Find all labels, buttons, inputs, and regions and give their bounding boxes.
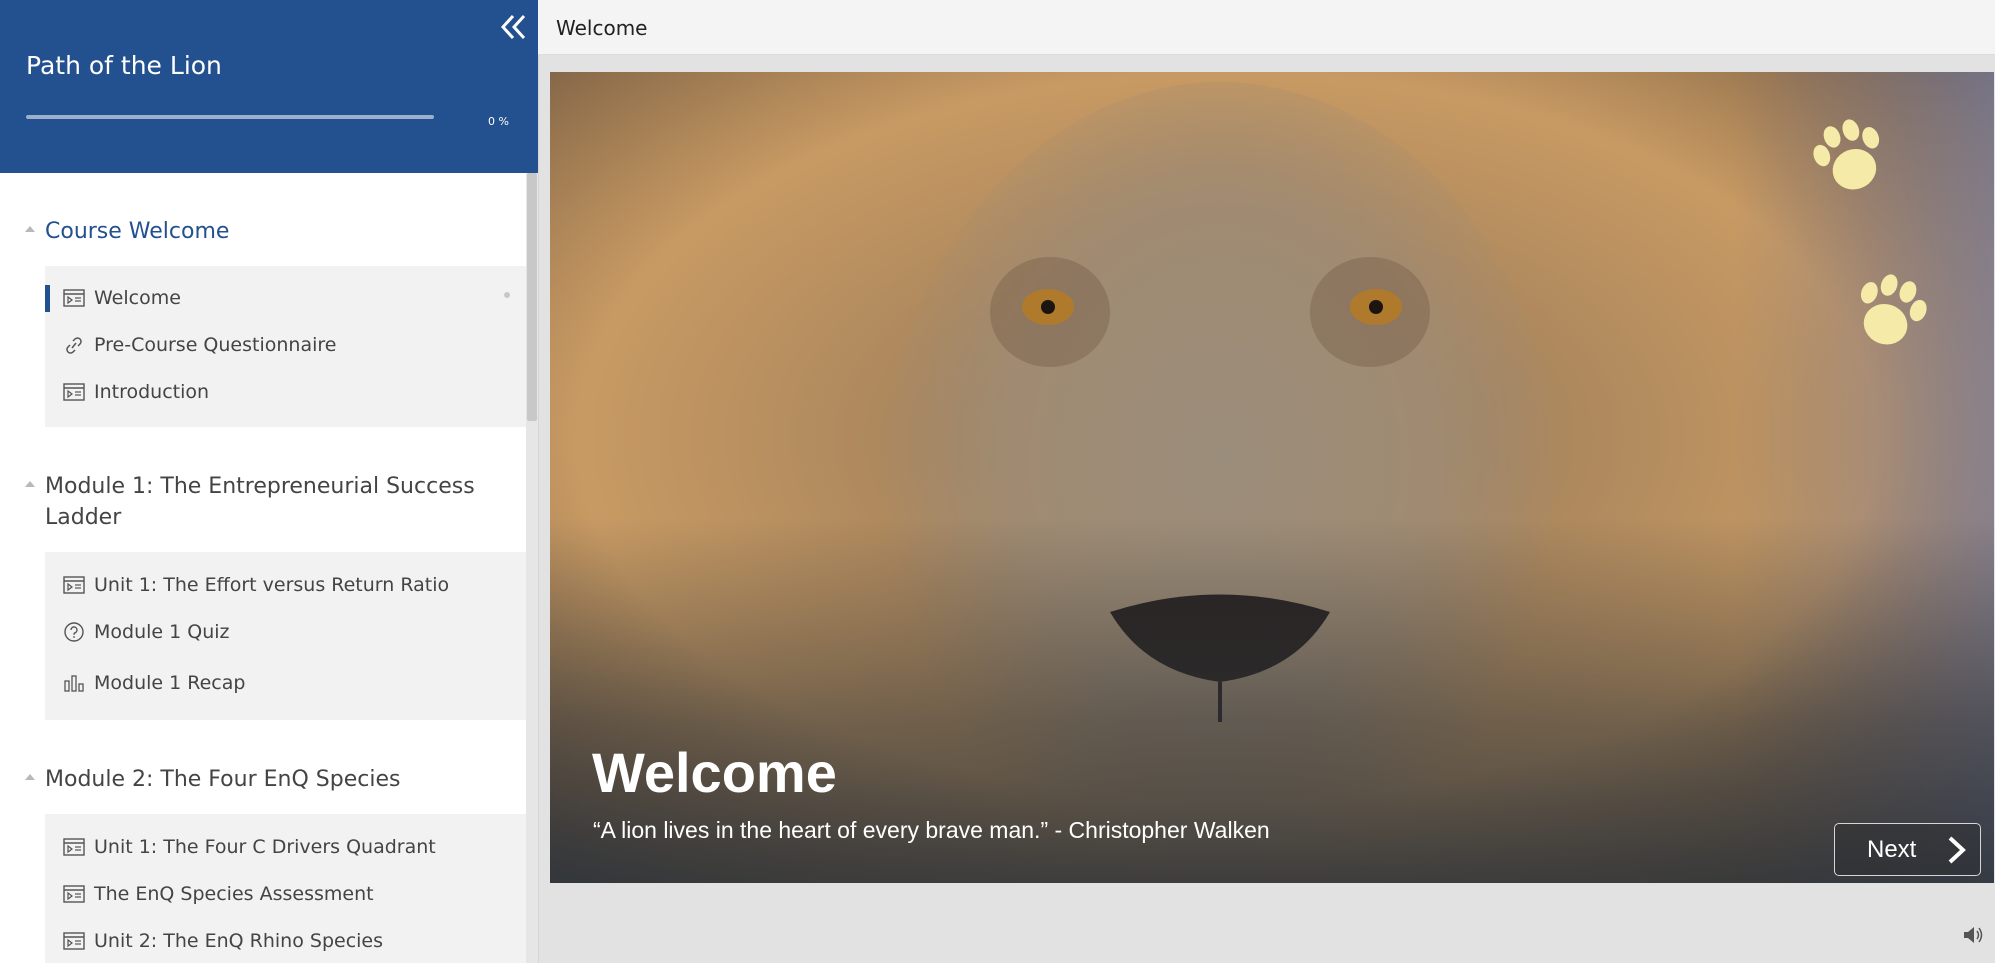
lesson-label: Unit 2: The EnQ Rhino Species	[94, 930, 384, 952]
course-progress-bar	[26, 115, 434, 119]
audio-speaker-icon[interactable]	[1962, 925, 1984, 945]
lesson-label: The EnQ Species Assessment	[94, 883, 374, 905]
slides-icon	[63, 576, 85, 594]
slides-icon	[63, 885, 85, 903]
section-title: Module 1: The Entrepreneurial Success La…	[45, 474, 475, 530]
lesson-four-c-drivers[interactable]: Unit 1: The Four C Drivers Quadrant	[45, 827, 526, 867]
paw-print-icon	[1813, 119, 1880, 190]
slides-icon	[63, 289, 85, 307]
lesson-group: Welcome Pre-Course Questionnaire Introdu…	[45, 266, 526, 427]
active-indicator	[45, 285, 50, 312]
collapse-sidebar-button[interactable]	[496, 10, 530, 44]
lesson-pre-course-questionnaire[interactable]: Pre-Course Questionnaire	[45, 325, 526, 365]
sidebar-divider	[538, 0, 539, 963]
slides-icon	[63, 383, 85, 401]
next-label: Next	[1867, 836, 1917, 863]
collapse-triangle-icon	[25, 226, 35, 232]
lesson-welcome[interactable]: Welcome	[45, 278, 526, 318]
lesson-introduction[interactable]: Introduction	[45, 372, 526, 412]
next-button[interactable]: Next	[1834, 823, 1981, 876]
collapse-triangle-icon	[25, 481, 35, 487]
sidebar-scrollbar[interactable]	[526, 173, 538, 963]
slides-icon	[63, 838, 85, 856]
lesson-module-1-recap[interactable]: Module 1 Recap	[45, 663, 526, 703]
course-title: Path of the Lion	[26, 51, 222, 80]
course-progress-label: 0 %	[488, 115, 509, 128]
lesson-label: Introduction	[94, 381, 210, 403]
slide-heading: Welcome	[592, 741, 837, 804]
section-course-welcome[interactable]: Course Welcome	[0, 215, 526, 249]
double-chevron-left-icon	[500, 14, 526, 40]
section-module-1[interactable]: Module 1: The Entrepreneurial Success La…	[0, 470, 526, 532]
lesson-module-1-quiz[interactable]: Module 1 Quiz	[45, 612, 526, 652]
lesson-label: Welcome	[94, 287, 181, 309]
scrollbar-thumb[interactable]	[527, 173, 537, 421]
section-module-2[interactable]: Module 2: The Four EnQ Species	[0, 763, 526, 797]
bar-chart-icon	[64, 675, 84, 692]
lesson-label: Module 1 Recap	[94, 672, 246, 694]
slide-stage: Welcome “A lion lives in the heart of ev…	[550, 72, 1994, 883]
lesson-unit-1-effort-return[interactable]: Unit 1: The Effort versus Return Ratio	[45, 565, 526, 605]
lesson-label: Unit 1: The Four C Drivers Quadrant	[94, 836, 436, 858]
status-dot	[504, 292, 510, 298]
link-icon	[66, 337, 82, 354]
lesson-group: Unit 1: The Effort versus Return Ratio M…	[45, 552, 526, 720]
lesson-enq-rhino-species[interactable]: Unit 2: The EnQ Rhino Species	[45, 921, 526, 961]
sidebar-header: Path of the Lion 0 %	[0, 0, 538, 173]
course-sidebar: Path of the Lion 0 % Course Welcome Welc…	[0, 0, 538, 963]
lesson-label: Unit 1: The Effort versus Return Ratio	[94, 574, 450, 596]
section-title: Course Welcome	[45, 219, 230, 244]
chevron-right-icon	[1948, 836, 1966, 864]
paw-print-icon	[1860, 274, 1927, 345]
lesson-label: Pre-Course Questionnaire	[94, 334, 337, 356]
lesson-enq-species-assessment[interactable]: The EnQ Species Assessment	[45, 874, 526, 914]
collapse-triangle-icon	[25, 774, 35, 780]
slides-icon	[63, 932, 85, 950]
lesson-title: Welcome	[556, 16, 648, 40]
lesson-label: Module 1 Quiz	[94, 621, 230, 643]
question-icon	[64, 622, 84, 642]
section-title: Module 2: The Four EnQ Species	[45, 767, 401, 792]
slide-quote: “A lion lives in the heart of every brav…	[593, 817, 1270, 843]
lesson-topbar: Welcome	[538, 0, 1995, 55]
lesson-group: Unit 1: The Four C Drivers Quadrant The …	[45, 814, 526, 963]
